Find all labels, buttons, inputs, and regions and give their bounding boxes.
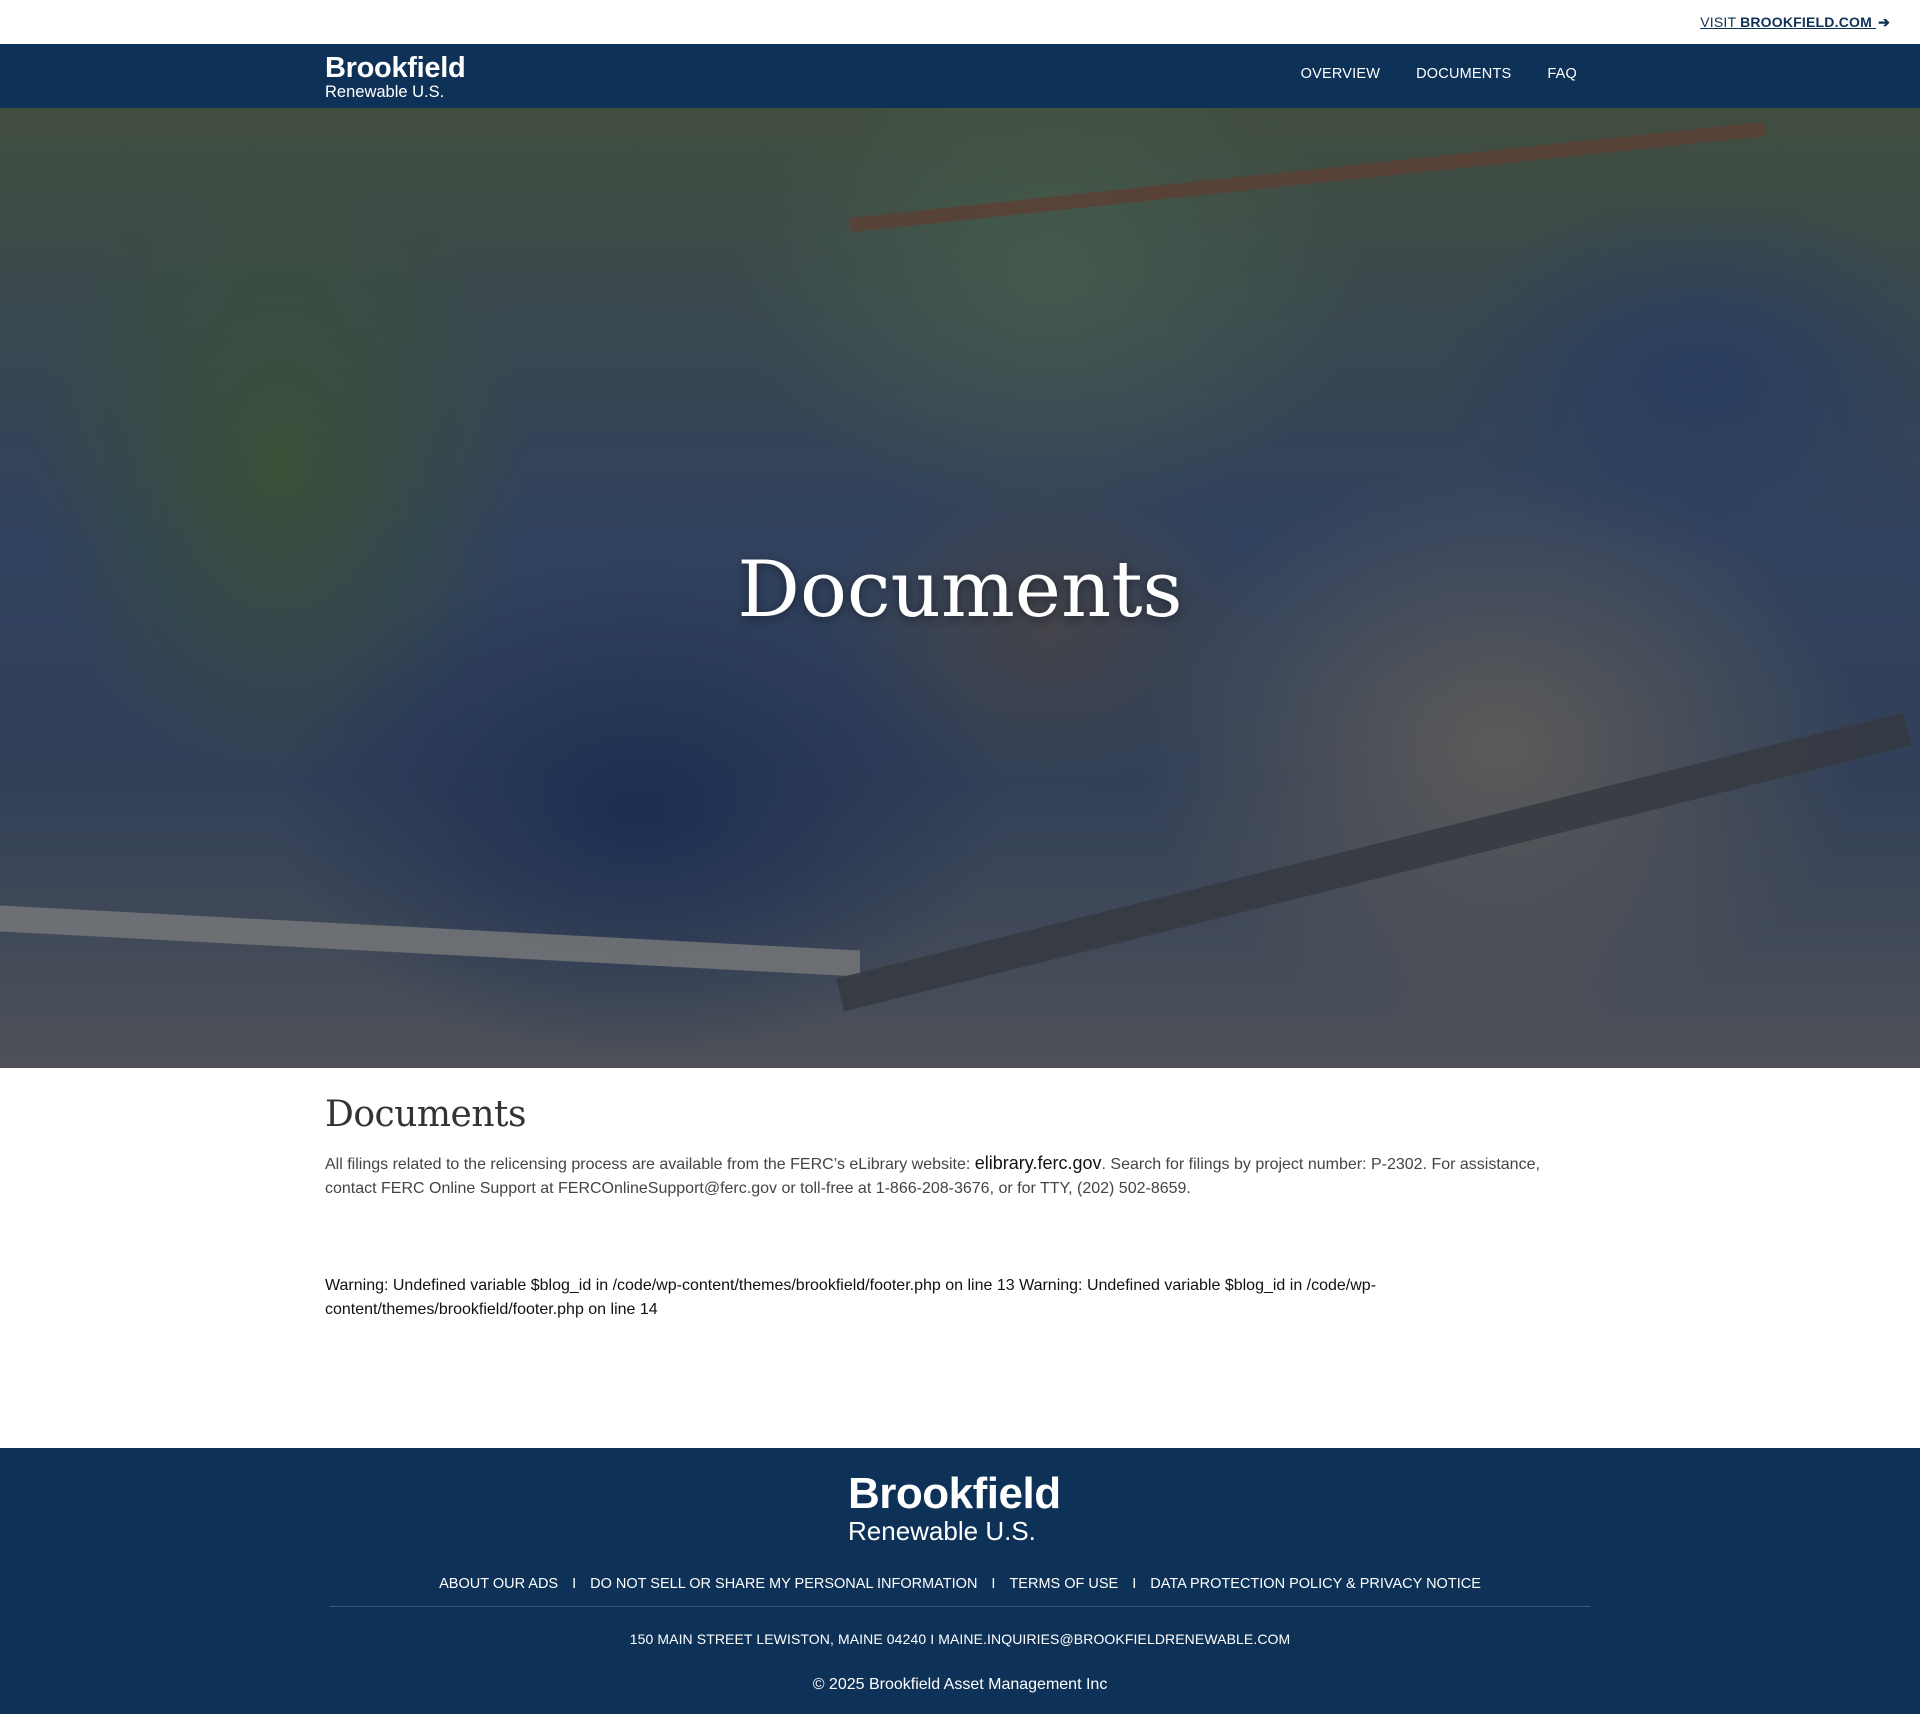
footer-link-about-ads[interactable]: ABOUT OUR ADS xyxy=(439,1576,558,1592)
footer-copyright: © 2025 Brookfield Asset Management Inc xyxy=(812,1676,1108,1693)
visit-brookfield-link[interactable]: VISIT BROOKFIELD.COM ➔ xyxy=(1700,14,1890,31)
visit-prefix: VISIT xyxy=(1700,14,1741,30)
utility-bar: VISIT BROOKFIELD.COM ➔ xyxy=(0,0,1920,44)
footer-address: 150 MAIN STREET LEWISTON, MAINE 04240 I … xyxy=(629,1631,1291,1647)
footer-link-terms[interactable]: TERMS OF USE xyxy=(1009,1576,1118,1592)
intro-paragraph: All filings related to the relicensing p… xyxy=(325,1151,1595,1201)
header-logo[interactable]: Brookfield Renewable U.S. xyxy=(325,52,466,101)
footer-link-do-not-sell[interactable]: DO NOT SELL OR SHARE MY PERSONAL INFORMA… xyxy=(590,1576,977,1592)
elibrary-link[interactable]: elibrary.ferc.gov xyxy=(975,1153,1102,1173)
php-warning-text: Warning: Undefined variable $blog_id in … xyxy=(325,1277,1377,1318)
intro-text-before: All filings related to the relicensing p… xyxy=(325,1156,975,1173)
arrow-right-icon: ➔ xyxy=(1878,14,1890,30)
footer-link-privacy[interactable]: DATA PROTECTION POLICY & PRIVACY NOTICE xyxy=(1150,1576,1481,1592)
visit-site: BROOKFIELD.COM xyxy=(1740,14,1872,30)
main-navbar: Brookfield Renewable U.S. OVERVIEW DOCUM… xyxy=(0,44,1920,108)
footer-links: ABOUT OUR ADS I DO NOT SELL OR SHARE MY PE… xyxy=(0,1576,1920,1592)
primary-nav: OVERVIEW DOCUMENTS FAQ xyxy=(1301,66,1577,82)
hero-banner: Documents xyxy=(0,108,1920,1068)
site-footer: Brookfield Renewable U.S. ABOUT OUR ADS I… xyxy=(0,1448,1920,1714)
footer-separator: I xyxy=(991,1576,996,1592)
footer-divider xyxy=(330,1606,1590,1607)
hero-title: Documents xyxy=(737,545,1183,635)
nav-item-documents[interactable]: DOCUMENTS xyxy=(1416,66,1511,82)
logo-sub-text: Renewable U.S. xyxy=(325,83,445,101)
footer-logo-sub-text: Renewable U.S. xyxy=(848,1516,1036,1546)
footer-logo-main-text: Brookfield xyxy=(848,1469,1061,1518)
logo-main-text: Brookfield xyxy=(325,52,466,84)
nav-item-faq[interactable]: FAQ xyxy=(1547,66,1577,82)
footer-separator: I xyxy=(1132,1576,1137,1592)
footer-logo[interactable]: Brookfield Renewable U.S. xyxy=(848,1469,1061,1546)
main-content: Documents All filings related to the rel… xyxy=(325,1094,1595,1201)
nav-item-overview[interactable]: OVERVIEW xyxy=(1301,66,1381,82)
footer-separator: I xyxy=(572,1576,577,1592)
page-title: Documents xyxy=(325,1094,526,1135)
